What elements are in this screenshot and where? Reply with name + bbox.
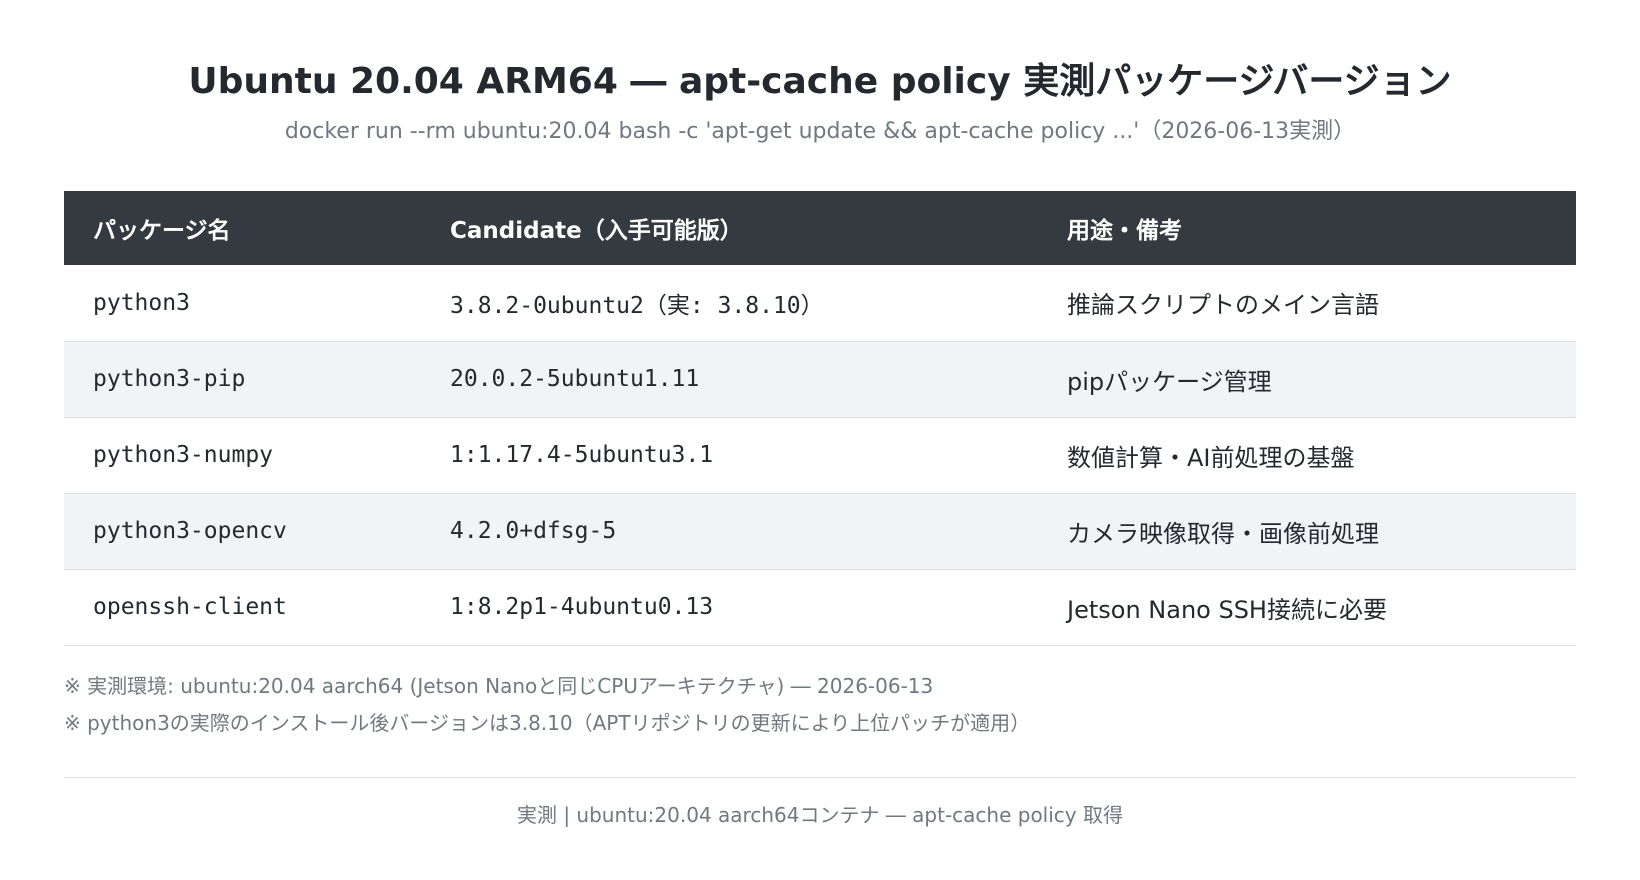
candidate-version-cell: 3.8.2-0ubuntu2（実: 3.8.10） (450, 292, 824, 319)
candidate-version-cell: 4.2.0+dfsg-5 (450, 518, 617, 544)
package-name-cell: python3-pip (93, 366, 246, 392)
column-header-package: パッケージ名 (93, 218, 231, 244)
page-title: Ubuntu 20.04 ARM64 ― apt-cache policy 実測… (188, 61, 1452, 102)
candidate-version-cell: 1:1.17.4-5ubuntu3.1 (450, 442, 714, 468)
candidate-version-cell: 1:8.2p1-4ubuntu0.13 (450, 594, 714, 620)
table-row: openssh-client 1:8.2p1-4ubuntu0.13 Jetso… (64, 569, 1576, 645)
notes-section: ※ 実測環境: ubuntu:20.04 aarch64 (Jetson Nan… (64, 668, 1576, 742)
note-python-version: ※ python3の実際のインストール後バージョンは3.8.10（APTリポジト… (64, 710, 1031, 735)
purpose-cell: pipパッケージ管理 (1067, 367, 1272, 396)
table-row: python3 3.8.2-0ubuntu2（実: 3.8.10） 推論スクリプ… (64, 265, 1576, 341)
table-header-row: パッケージ名 Candidate（入手可能版） 用途・備考 (64, 191, 1576, 265)
document-page: Ubuntu 20.04 ARM64 ― apt-cache policy 実測… (0, 0, 1640, 880)
footer-divider (64, 776, 1576, 778)
package-name-cell: python3-opencv (93, 518, 287, 544)
package-table: パッケージ名 Candidate（入手可能版） 用途・備考 python3 3.… (64, 191, 1576, 646)
table-row: python3-opencv 4.2.0+dfsg-5 カメラ映像取得・画像前処… (64, 493, 1576, 569)
footer-caption: 実測 | ubuntu:20.04 aarch64コンテナ ― apt-cach… (516, 802, 1123, 827)
purpose-cell: Jetson Nano SSH接続に必要 (1067, 595, 1387, 624)
package-name-cell: openssh-client (93, 594, 287, 620)
candidate-version-cell: 20.0.2-5ubuntu1.11 (450, 366, 700, 392)
package-name-cell: python3 (93, 289, 190, 316)
page-subtitle: docker run --rm ubuntu:20.04 bash -c 'ap… (284, 119, 1356, 144)
column-header-candidate: Candidate（入手可能版） (450, 218, 743, 244)
table-row: python3-numpy 1:1.17.4-5ubuntu3.1 数値計算・A… (64, 417, 1576, 493)
purpose-cell: 推論スクリプトのメイン言語 (1067, 291, 1379, 320)
column-header-purpose: 用途・備考 (1067, 218, 1182, 244)
purpose-cell: カメラ映像取得・画像前処理 (1067, 519, 1379, 548)
table-row: python3-pip 20.0.2-5ubuntu1.11 pipパッケージ管… (64, 341, 1576, 417)
note-environment: ※ 実測環境: ubuntu:20.04 aarch64 (Jetson Nan… (64, 673, 934, 698)
package-name-cell: python3-numpy (93, 442, 274, 468)
purpose-cell: 数値計算・AI前処理の基盤 (1067, 443, 1355, 472)
